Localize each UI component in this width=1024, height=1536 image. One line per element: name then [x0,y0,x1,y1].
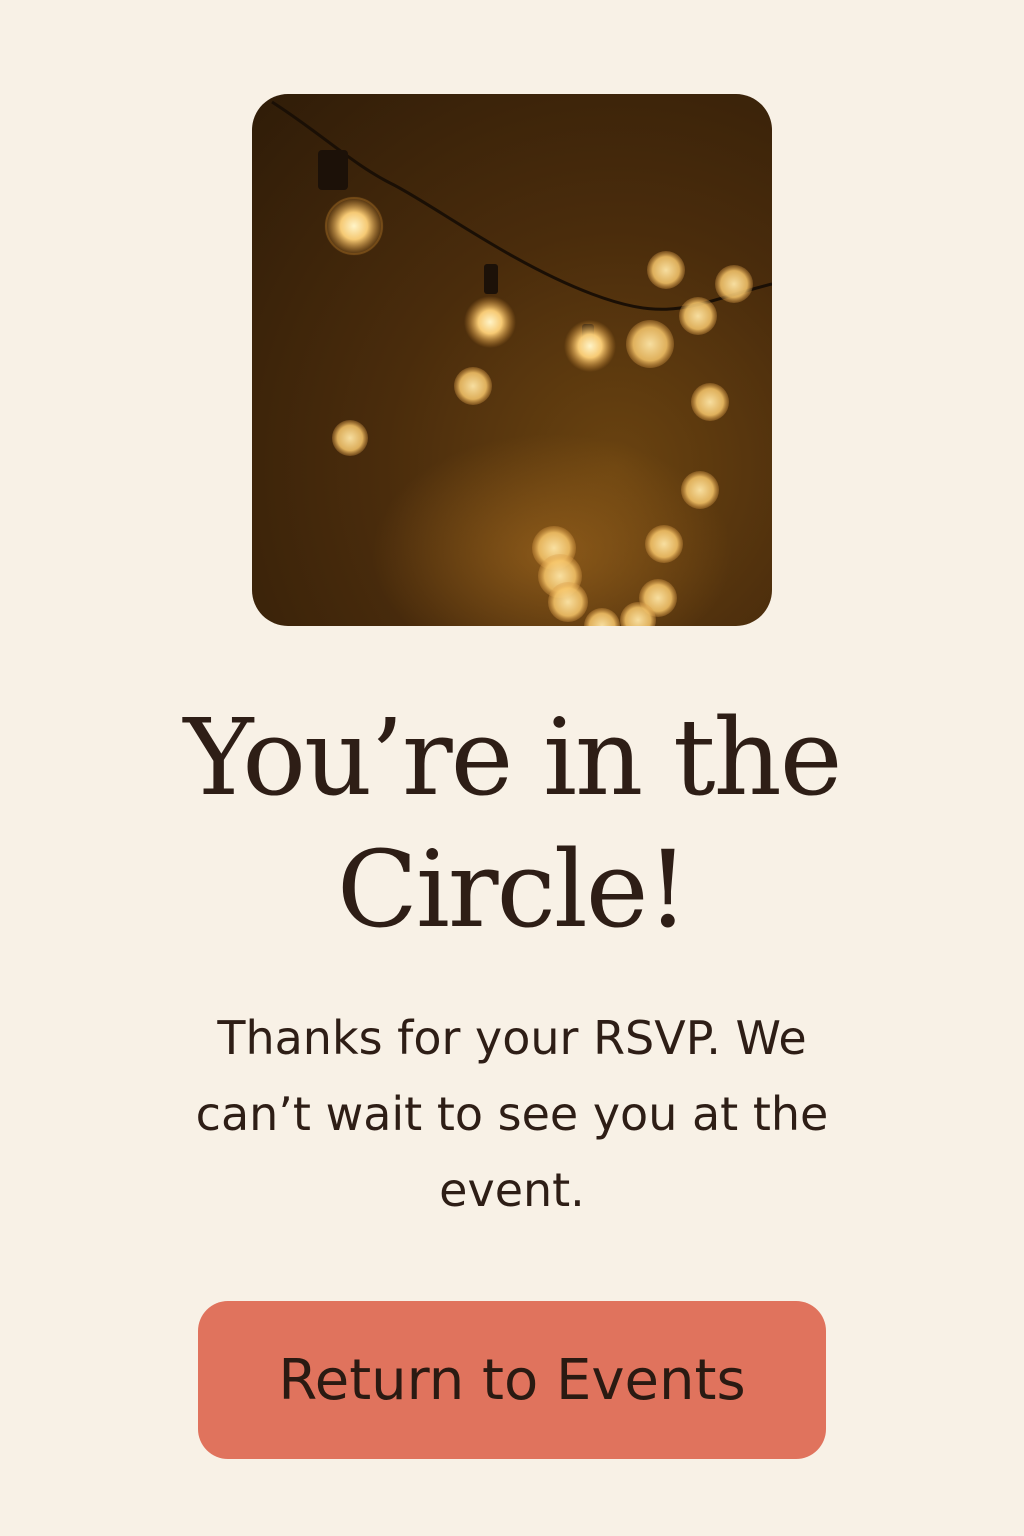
return-to-events-button[interactable]: Return to Events [198,1301,826,1459]
confirmation-message: Thanks for your RSVP. We can’t wait to s… [195,1011,829,1217]
string-lights-icon [271,100,772,626]
string-lights-image [252,94,772,626]
page-title: You’re in the Circle! [183,696,842,951]
